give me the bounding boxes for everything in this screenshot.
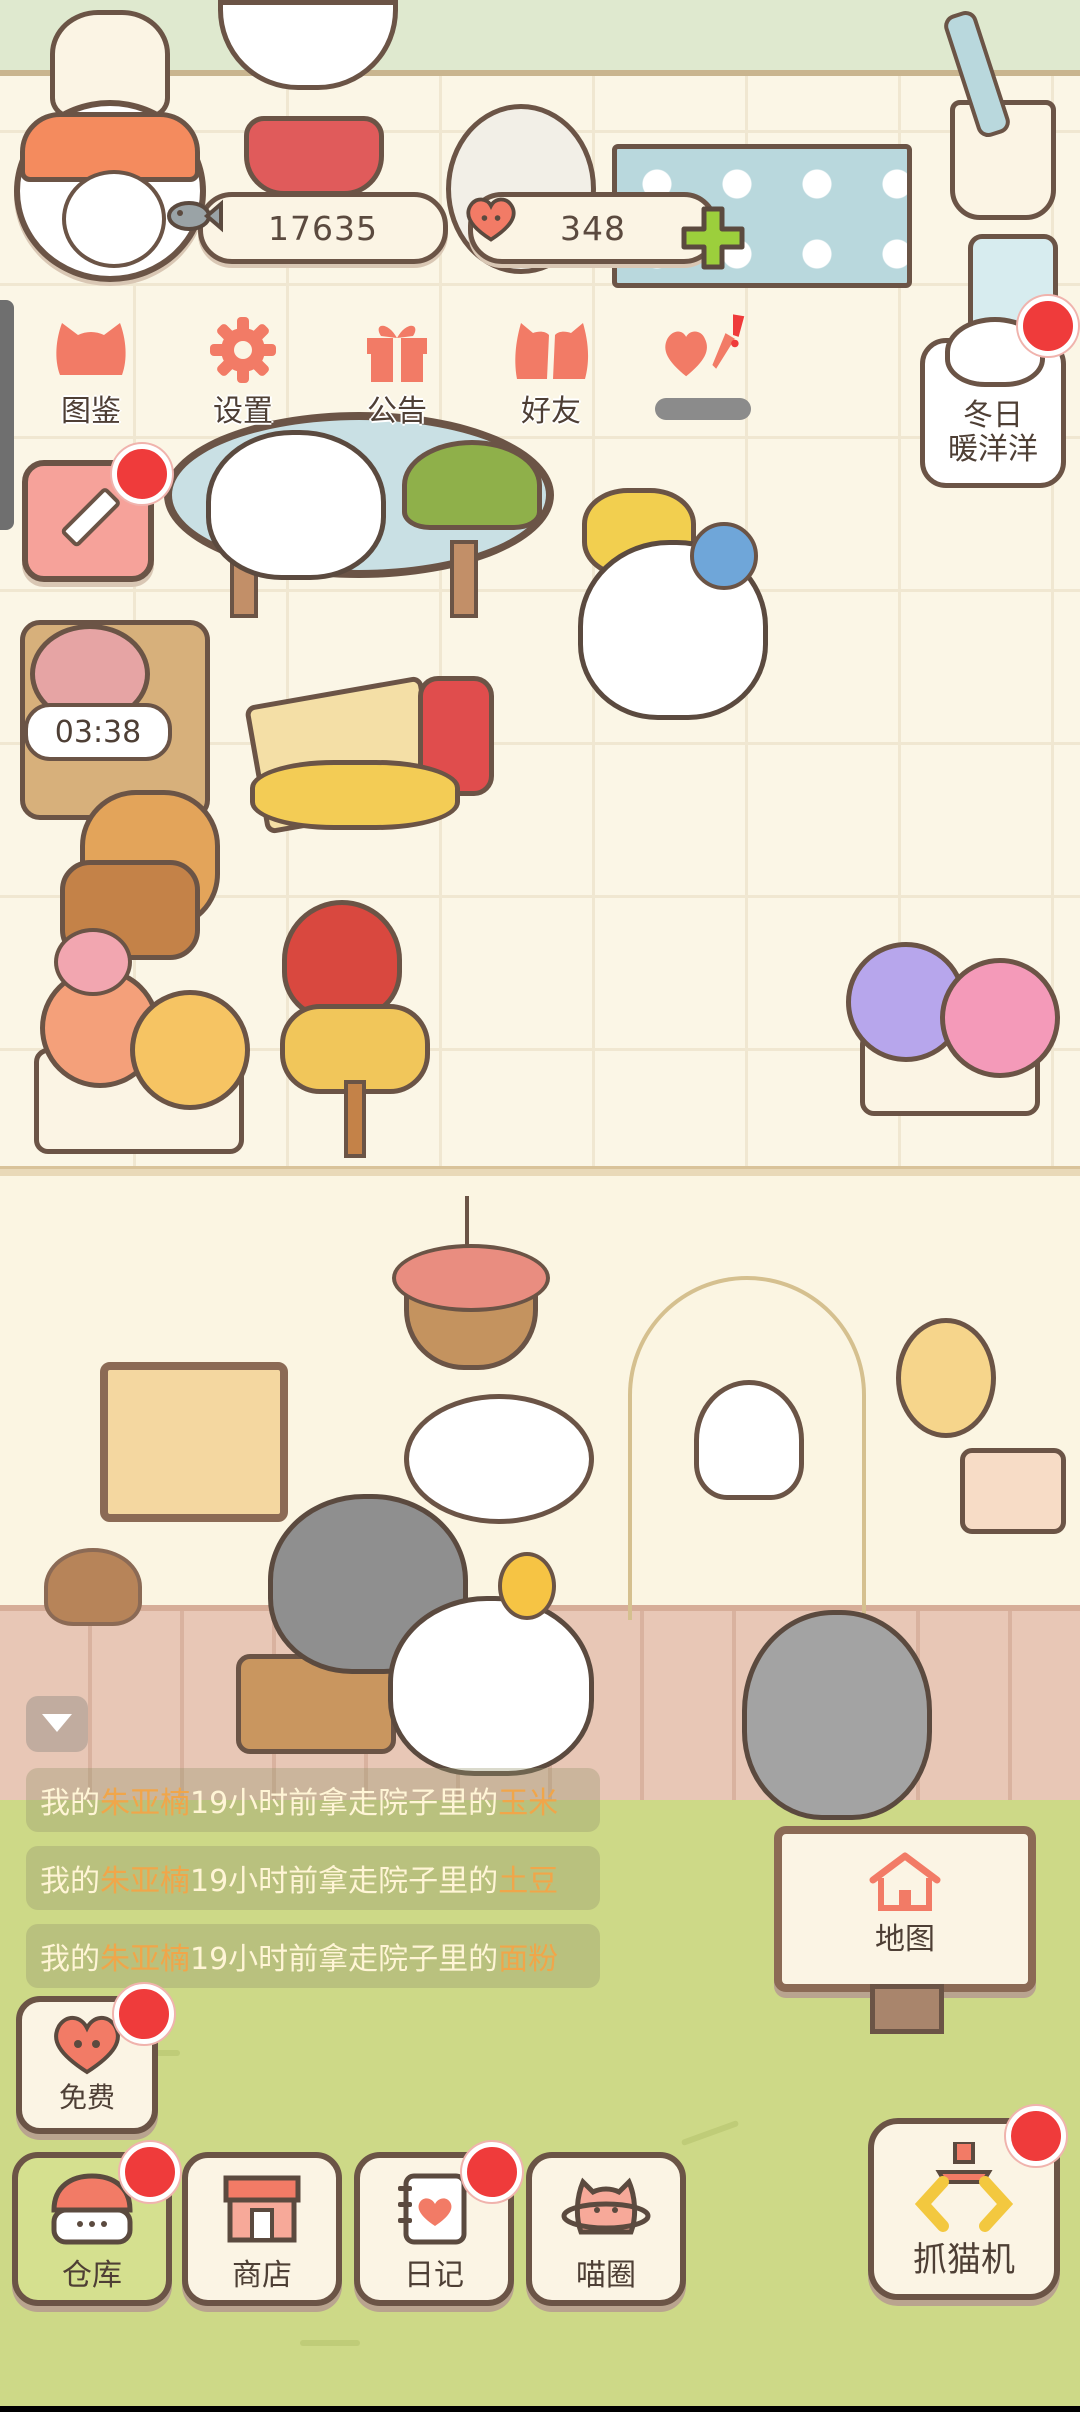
plus-icon <box>681 206 745 270</box>
green-pudding[interactable] <box>402 440 542 530</box>
event-badge <box>1018 296 1078 356</box>
countdown-timer: 03:38 <box>24 703 172 761</box>
log-name: 朱亚楠 <box>100 1786 190 1821</box>
friends-label: 好友 <box>521 394 581 429</box>
red-parrot[interactable] <box>282 900 402 1020</box>
cat-face-icon <box>46 310 136 390</box>
activity-log-row: 我的 朱亚楠 19小时前拿走院子里的 土豆 <box>26 1846 600 1910</box>
fish-icon <box>163 191 223 241</box>
log-item: 玉米 <box>498 1786 559 1821</box>
map-button[interactable]: 地图 <box>774 1826 1036 1992</box>
log-item: 面粉 <box>498 1942 559 1977</box>
settings-label: 设置 <box>213 394 273 429</box>
cat-circle-button[interactable]: 喵圈 <box>526 2152 686 2306</box>
gift-icon <box>352 310 442 390</box>
announcement-label: 公告 <box>367 394 427 429</box>
shop-button[interactable]: 商店 <box>182 2152 342 2306</box>
claw-label: 抓猫机 <box>913 2240 1015 2280</box>
fish-amount: 17635 <box>268 208 378 248</box>
cat-planet-icon <box>556 2168 656 2250</box>
pencil-icon <box>61 488 120 547</box>
yellow-flower <box>130 990 250 1110</box>
sign-post <box>870 1984 944 2034</box>
claw-badge <box>1006 2106 1066 2166</box>
winter-event-card[interactable]: 冬日 暖洋洋 <box>920 317 1066 488</box>
note-badge <box>112 444 172 504</box>
waving-bubble[interactable] <box>404 1394 594 1524</box>
ghost-toy[interactable] <box>694 1380 804 1500</box>
poop[interactable] <box>44 1548 142 1626</box>
food-bowl[interactable] <box>244 116 384 196</box>
activity-log-row: 我的 朱亚楠 19小时前拿走院子里的 面粉 <box>26 1924 600 1988</box>
cat-circle-label: 喵圈 <box>576 2258 636 2293</box>
friends-button[interactable]: 好友 <box>486 310 616 430</box>
avatar-cat-face <box>62 170 166 268</box>
log-text: 19小时前拿走院子里的 <box>190 1786 499 1821</box>
log-name: 朱亚楠 <box>100 1864 190 1899</box>
diary-label: 日记 <box>404 2258 464 2293</box>
side-drawer-handle[interactable] <box>0 300 14 530</box>
log-item: 土豆 <box>498 1864 559 1899</box>
straw-hat[interactable] <box>896 1318 996 1438</box>
pink-small-flower <box>54 928 132 996</box>
log-prefix: 我的 <box>40 1786 100 1821</box>
screen-bottom-edge <box>0 2406 1080 2412</box>
announcement-button[interactable]: 公告 <box>332 310 462 430</box>
event-label: 冬日 暖洋洋 <box>948 398 1038 467</box>
claw-icon <box>909 2140 1019 2232</box>
log-text: 19小时前拿走院子里的 <box>190 1942 499 1977</box>
fish-currency[interactable]: 17635 <box>167 192 448 264</box>
log-text: 19小时前拿走院子里的 <box>190 1864 499 1899</box>
gold-coins-pile <box>250 760 460 830</box>
pink-bag[interactable] <box>960 1448 1066 1534</box>
free-label: 免费 <box>58 2081 115 2114</box>
notice-board[interactable] <box>100 1362 288 1522</box>
map-label: 地图 <box>875 1922 935 1957</box>
heart-amount: 348 <box>560 208 626 248</box>
catalog-label: 图鉴 <box>61 394 121 429</box>
warehouse-badge <box>120 2142 180 2202</box>
friends-icon <box>506 310 596 390</box>
chat-toggle-icon[interactable] <box>26 1696 88 1752</box>
shop-label: 商店 <box>232 2258 292 2293</box>
gear-icon <box>198 310 288 390</box>
shop-icon <box>212 2168 312 2250</box>
pink-flower <box>940 958 1060 1078</box>
gray-white-cat-at-table[interactable] <box>206 430 386 580</box>
house-icon <box>865 1850 945 1914</box>
blue-flower-decor <box>690 522 758 590</box>
event-progress-bar <box>655 398 751 420</box>
heart-token-icon <box>461 193 521 243</box>
heart-exclaim-icon <box>658 310 748 390</box>
log-name: 朱亚楠 <box>100 1942 190 1977</box>
log-prefix: 我的 <box>40 1942 100 1977</box>
calico-cat-front[interactable] <box>388 1596 594 1776</box>
love-event-button[interactable] <box>638 310 768 420</box>
grass-detail <box>300 2340 360 2346</box>
warehouse-label: 仓库 <box>62 2258 122 2293</box>
catalog-button[interactable]: 图鉴 <box>26 310 156 430</box>
log-prefix: 我的 <box>40 1864 100 1899</box>
activity-log-row: 我的 朱亚楠 19小时前拿走院子里的 玉米 <box>26 1768 600 1832</box>
tabby-cat-sitting[interactable] <box>742 1610 932 1820</box>
free-badge <box>114 1984 174 2044</box>
tulip-decor <box>498 1552 556 1620</box>
telescope-stand <box>344 1080 366 1158</box>
hanging-flowers <box>392 1244 550 1312</box>
diary-badge <box>462 2142 522 2202</box>
add-hearts-button[interactable] <box>678 203 748 273</box>
settings-button[interactable]: 设置 <box>178 310 308 430</box>
table-leg <box>450 540 478 618</box>
